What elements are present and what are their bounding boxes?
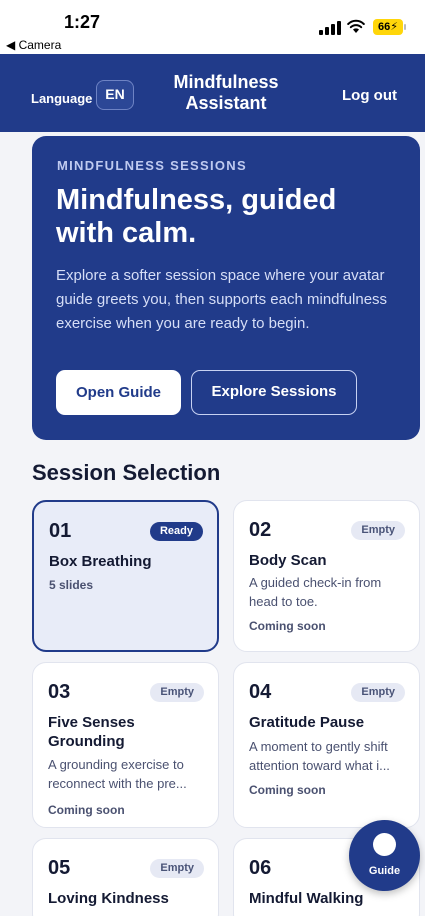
back-to-camera-link[interactable]: ◀ Camera [6, 38, 61, 52]
battery-cap [404, 24, 406, 30]
session-meta: 5 slides [49, 578, 94, 592]
status-badge: Empty [150, 859, 204, 878]
session-title: Loving Kindness [48, 890, 169, 907]
language-label: Language [31, 91, 93, 106]
session-description: A grounding exercise to reconnect with t… [48, 757, 187, 791]
open-guide-button[interactable]: Open Guide [56, 370, 181, 415]
status-badge: Ready [149, 522, 203, 541]
session-card-box-breathing[interactable]: 01 Ready Box Breathing 5 slides [32, 500, 219, 652]
explore-sessions-button[interactable]: Explore Sessions [191, 370, 357, 415]
session-card-gratitude-pause[interactable]: 04 Empty Gratitude Pause A moment to gen… [233, 662, 420, 828]
hero-eyebrow: MINDFULNESS SESSIONS [57, 158, 247, 173]
session-card-loving-kindness[interactable]: 05 Empty Loving Kindness [32, 838, 219, 916]
session-meta: Coming soon [48, 803, 125, 817]
status-time: 1:27 [64, 12, 101, 32]
session-number: 02 [249, 519, 272, 541]
session-number: 01 [49, 520, 72, 542]
hero-title: Mindfulness, guided with calm. [56, 184, 337, 249]
hero-card: MINDFULNESS SESSIONS Mindfulness, guided… [32, 136, 420, 440]
session-meta: Coming soon [249, 619, 326, 633]
session-title: Mindful Walking [249, 890, 364, 907]
session-meta: Coming soon [249, 783, 326, 797]
battery-icon: 66⚡ [373, 19, 403, 35]
app-header: Language EN Mindfulness Assistant Log ou… [0, 54, 425, 132]
status-badge: Empty [150, 683, 204, 702]
logout-button[interactable]: Log out [342, 87, 397, 104]
guide-fab-label: Guide [368, 865, 401, 877]
cellular-signal-icon [319, 21, 341, 35]
session-description: A guided check-in from head to toe. [249, 575, 382, 609]
session-number: 04 [249, 681, 272, 703]
session-card-body-scan[interactable]: 02 Empty Body Scan A guided check-in fro… [233, 500, 420, 652]
session-number: 06 [249, 857, 272, 879]
wifi-icon [347, 19, 365, 33]
session-description: A moment to gently shift attention towar… [249, 739, 390, 773]
session-title: Five Senses Grounding [48, 714, 135, 750]
status-badge: Empty [351, 683, 405, 702]
app-title: Mindfulness Assistant [173, 72, 279, 113]
session-number: 05 [48, 857, 71, 879]
session-card-five-senses[interactable]: 03 Empty Five Senses Grounding A groundi… [32, 662, 219, 828]
avatar-head-icon [373, 833, 396, 856]
language-toggle-button[interactable]: EN [96, 80, 134, 110]
session-title: Body Scan [249, 552, 327, 569]
hero-description: Explore a softer session space where you… [56, 267, 388, 332]
status-bar: 1:27 ◀ Camera 66⚡ [0, 0, 425, 54]
section-title: Session Selection [32, 460, 221, 485]
session-title: Box Breathing [49, 553, 152, 570]
status-badge: Empty [351, 521, 405, 540]
guide-fab-button[interactable]: Guide [349, 820, 420, 891]
session-number: 03 [48, 681, 71, 703]
session-title: Gratitude Pause [249, 714, 365, 731]
